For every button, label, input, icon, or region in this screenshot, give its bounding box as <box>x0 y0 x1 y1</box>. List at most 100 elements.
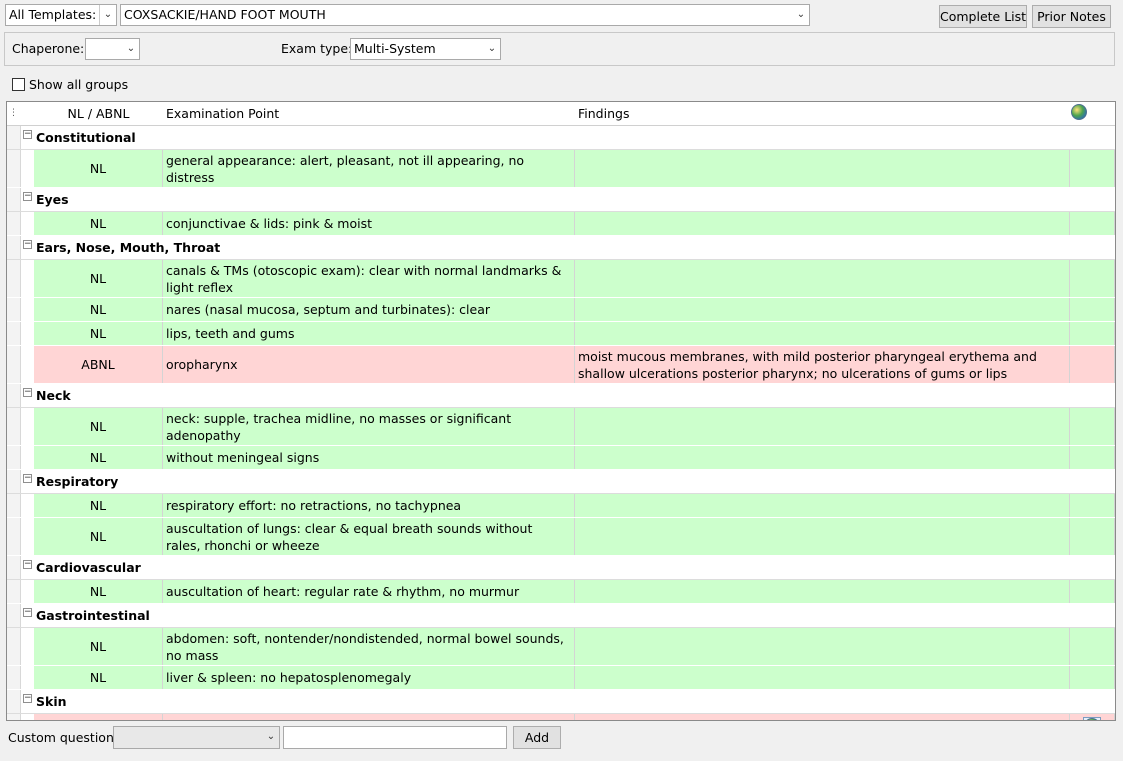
collapse-icon[interactable]: − <box>23 240 32 249</box>
findings-cell[interactable] <box>575 260 1070 297</box>
row-selector[interactable] <box>7 322 21 345</box>
findings-cell[interactable] <box>575 666 1070 689</box>
row-selector[interactable] <box>7 604 21 627</box>
examination-point-cell[interactable]: liver & spleen: no hepatosplenomegaly <box>163 666 575 689</box>
findings-cell[interactable] <box>575 628 1070 665</box>
globe-icon[interactable] <box>1083 716 1101 720</box>
exam-row[interactable]: NL respiratory effort: no retractions, no… <box>7 494 1115 518</box>
action-cell[interactable] <box>1070 518 1115 555</box>
status-cell[interactable]: ABNL <box>34 714 163 720</box>
exam-row[interactable]: NL without meningeal signs <box>7 446 1115 470</box>
row-selector[interactable] <box>7 580 21 603</box>
examination-point-cell[interactable]: oropharynx <box>163 346 575 383</box>
status-cell[interactable]: NL <box>34 518 163 555</box>
chaperone-select[interactable]: ⌄ <box>85 38 140 60</box>
prior-notes-button[interactable]: Prior Notes <box>1032 5 1111 28</box>
examination-point-cell[interactable]: without meningeal signs <box>163 446 575 469</box>
action-cell[interactable] <box>1070 714 1115 720</box>
action-cell[interactable] <box>1070 446 1115 469</box>
findings-cell[interactable] <box>575 446 1070 469</box>
row-selector[interactable] <box>7 446 21 469</box>
status-cell[interactable]: NL <box>34 150 163 187</box>
findings-cell[interactable] <box>575 408 1070 445</box>
row-selector[interactable] <box>7 236 21 259</box>
action-cell[interactable] <box>1070 150 1115 187</box>
group-row[interactable]: − Ears, Nose, Mouth, Throat <box>7 236 1115 260</box>
findings-cell[interactable]: moist mucous membranes, with mild poster… <box>575 346 1070 383</box>
examination-point-cell[interactable]: auscultation of heart: regular rate & rh… <box>163 580 575 603</box>
row-selector[interactable] <box>7 408 21 445</box>
examination-point-cell[interactable]: canals & TMs (otoscopic exam): clear wit… <box>163 260 575 297</box>
examination-point-cell[interactable]: respiratory effort: no retractions, no t… <box>163 494 575 517</box>
exam-row[interactable]: NL conjunctivae & lids: pink & moist <box>7 212 1115 236</box>
collapse-icon[interactable]: − <box>23 388 32 397</box>
column-header-status[interactable]: NL / ABNL <box>34 102 163 125</box>
status-cell[interactable]: NL <box>34 628 163 665</box>
templates-filter-select[interactable]: All Templates: ⌄ <box>5 4 117 26</box>
exam-type-select[interactable]: Multi-System ⌄ <box>350 38 501 60</box>
exam-row[interactable]: NL auscultation of heart: regular rate & … <box>7 580 1115 604</box>
action-cell[interactable] <box>1070 322 1115 345</box>
exam-row[interactable]: NL liver & spleen: no hepatosplenomegaly <box>7 666 1115 690</box>
action-cell[interactable] <box>1070 580 1115 603</box>
globe-icon[interactable] <box>1071 104 1087 122</box>
exam-row[interactable]: NL auscultation of lungs: clear & equal b… <box>7 518 1115 556</box>
action-cell[interactable] <box>1070 628 1115 665</box>
findings-cell[interactable] <box>575 494 1070 517</box>
findings-cell[interactable] <box>575 518 1070 555</box>
action-cell[interactable] <box>1070 408 1115 445</box>
status-cell[interactable]: NL <box>34 446 163 469</box>
examination-point-cell[interactable]: lips, teeth and gums <box>163 322 575 345</box>
action-cell[interactable] <box>1070 260 1115 297</box>
row-selector[interactable] <box>7 556 21 579</box>
column-header-findings[interactable]: Findings <box>578 102 629 125</box>
status-cell[interactable]: NL <box>34 494 163 517</box>
status-cell[interactable]: NL <box>34 260 163 297</box>
findings-cell[interactable] <box>575 580 1070 603</box>
exam-row[interactable]: NL nares (nasal mucosa, septum and turbin… <box>7 298 1115 322</box>
status-cell[interactable]: NL <box>34 322 163 345</box>
exam-row[interactable]: NL neck: supple, trachea midline, no mass… <box>7 408 1115 446</box>
row-selector[interactable] <box>7 628 21 665</box>
group-row[interactable]: − Neck <box>7 384 1115 408</box>
row-selector[interactable] <box>7 494 21 517</box>
action-cell[interactable] <box>1070 666 1115 689</box>
action-cell[interactable] <box>1070 298 1115 321</box>
findings-cell[interactable] <box>575 150 1070 187</box>
row-selector[interactable] <box>7 188 21 211</box>
findings-cell[interactable]: early rash palms and soles of feet <box>575 714 1070 720</box>
exam-row[interactable]: NL general appearance: alert, pleasant, n… <box>7 150 1115 188</box>
action-cell[interactable] <box>1070 494 1115 517</box>
exam-row[interactable]: NL lips, teeth and gums <box>7 322 1115 346</box>
add-button[interactable]: Add <box>513 726 561 749</box>
examination-point-cell[interactable]: abdomen: soft, nontender/nondistended, n… <box>163 628 575 665</box>
exam-row[interactable]: NL abdomen: soft, nontender/nondistended,… <box>7 628 1115 666</box>
group-row[interactable]: − Cardiovascular <box>7 556 1115 580</box>
collapse-icon[interactable]: − <box>23 694 32 703</box>
row-selector[interactable] <box>7 690 21 713</box>
row-selector[interactable] <box>7 346 21 383</box>
group-row[interactable]: − Eyes <box>7 188 1115 212</box>
status-cell[interactable]: NL <box>34 580 163 603</box>
row-selector[interactable] <box>7 518 21 555</box>
custom-question-select[interactable]: ⌄ <box>113 726 280 749</box>
row-selector[interactable]: I <box>7 714 21 720</box>
examination-point-cell[interactable]: neck: supple, trachea midline, no masses… <box>163 408 575 445</box>
group-row[interactable]: − Respiratory <box>7 470 1115 494</box>
examination-point-cell[interactable]: general appearance: alert, pleasant, not… <box>163 150 575 187</box>
collapse-icon[interactable]: − <box>23 130 32 139</box>
examination-point-cell[interactable]: conjunctivae & lids: pink & moist <box>163 212 575 235</box>
exam-row[interactable]: I ABNLinspection (includes subcutaneous t… <box>7 714 1115 720</box>
row-selector[interactable] <box>7 666 21 689</box>
template-select[interactable]: COXSACKIE/HAND FOOT MOUTH ⌄ <box>120 4 810 26</box>
row-selector[interactable] <box>7 470 21 493</box>
action-cell[interactable] <box>1070 212 1115 235</box>
show-all-groups-checkbox[interactable] <box>12 78 25 91</box>
exam-row[interactable]: NL canals & TMs (otoscopic exam): clear w… <box>7 260 1115 298</box>
group-row[interactable]: − Gastrointestinal <box>7 604 1115 628</box>
custom-question-input[interactable] <box>283 726 507 749</box>
row-selector[interactable] <box>7 298 21 321</box>
collapse-icon[interactable]: − <box>23 560 32 569</box>
findings-cell[interactable] <box>575 322 1070 345</box>
collapse-icon[interactable]: − <box>23 192 32 201</box>
